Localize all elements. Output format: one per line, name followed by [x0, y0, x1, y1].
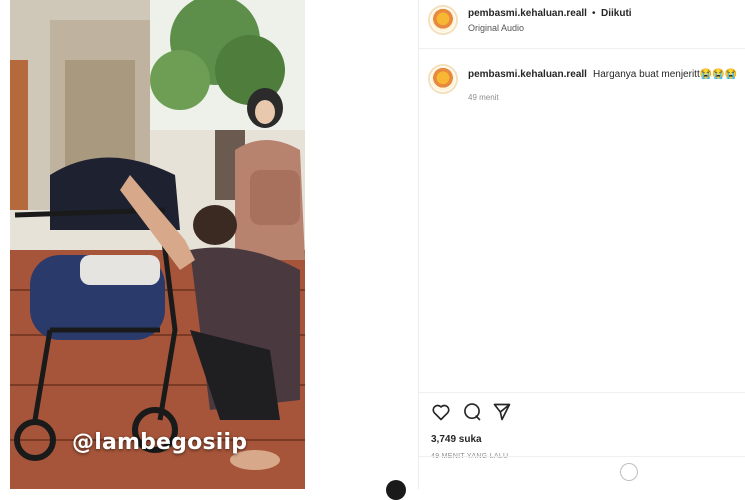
caption-avatar[interactable]: [428, 64, 458, 94]
header-separator: •: [592, 8, 596, 19]
instagram-post-window: @lambegosiip pembasmi.kehaluan.reall • D…: [0, 0, 745, 500]
actions-divider: [419, 392, 745, 393]
caption-username[interactable]: pembasmi.kehaluan.reall: [468, 69, 587, 80]
send-icon[interactable]: [492, 402, 512, 422]
audio-label[interactable]: Original Audio: [468, 23, 524, 33]
panel-divider: [418, 0, 419, 489]
emoji-icon[interactable]: [620, 463, 638, 481]
video-control-dot[interactable]: [386, 480, 406, 500]
author-avatar[interactable]: [428, 5, 458, 35]
video-frame-illustration: [10, 0, 305, 489]
heart-icon[interactable]: [431, 402, 451, 422]
comment-icon[interactable]: [462, 402, 482, 422]
comment-input[interactable]: [644, 462, 738, 482]
post-video[interactable]: @lambegosiip: [10, 0, 305, 489]
follow-status-button[interactable]: Diikuti: [601, 8, 632, 19]
caption-timestamp: 49 menit: [468, 93, 499, 102]
video-watermark: @lambegosiip: [72, 430, 248, 455]
likes-count[interactable]: 3,749 suka: [431, 434, 482, 445]
caption-text: Harganya buat menjeritt😭😭😭: [593, 69, 738, 80]
author-username[interactable]: pembasmi.kehaluan.reall: [468, 8, 587, 19]
